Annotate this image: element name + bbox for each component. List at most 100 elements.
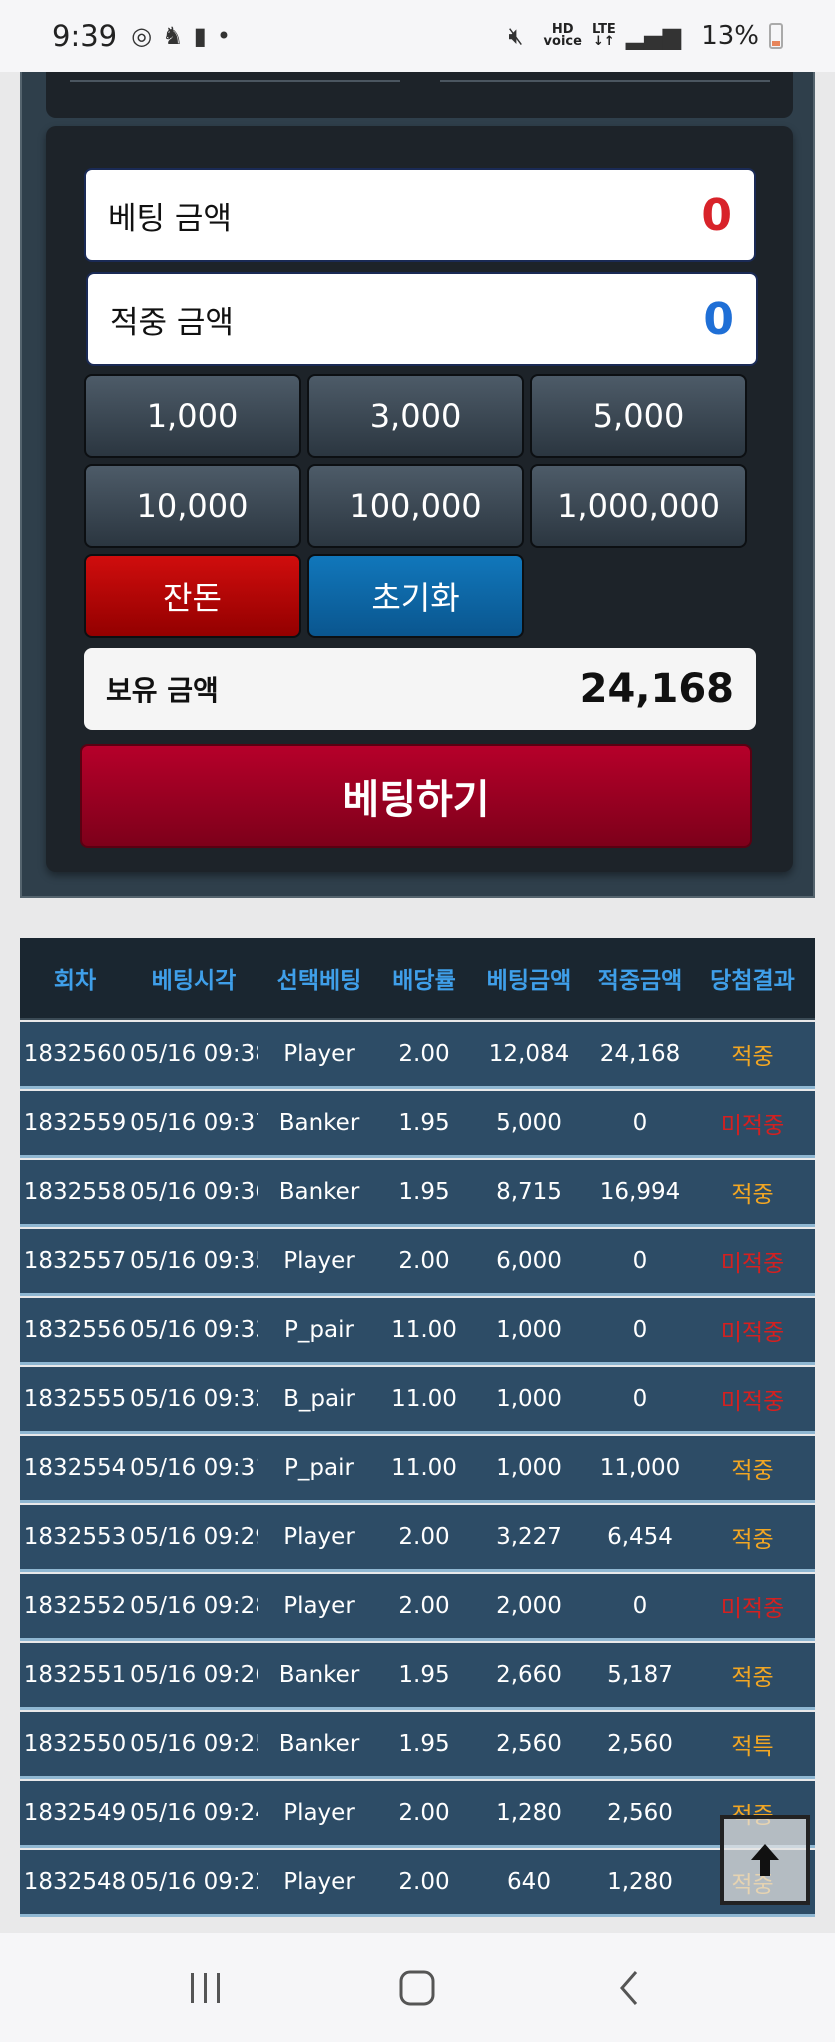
cell-bet-time: 05/16 09:26 [130, 1662, 258, 1688]
table-row: 1832560 05/16 09:38 Player 2.00 12,084 24,168… [20, 1022, 815, 1089]
column-header-odds: 배당률 [392, 968, 456, 994]
cell-round: 1832557 [23, 1248, 127, 1274]
signal-icon: ▂▄▆ [625, 22, 682, 50]
cell-bet-amount: 8,715 [496, 1179, 562, 1205]
cell-win-amount: 24,168 [599, 1041, 681, 1067]
column-header-win-amount: 적중금액 [597, 968, 683, 994]
cell-bet-amount: 1,000 [496, 1455, 562, 1481]
cell-odds: 2.00 [398, 1248, 450, 1274]
cell-result: 적중 [731, 1527, 774, 1553]
back-icon [620, 1970, 638, 2005]
divider [440, 80, 770, 82]
scroll-to-top-button[interactable] [720, 1815, 810, 1905]
cell-selection: Player [283, 1800, 355, 1826]
cell-odds: 11.00 [391, 1455, 457, 1481]
cell-round: 1832553 [23, 1524, 127, 1550]
cell-bet-amount: 2,660 [496, 1662, 562, 1688]
table-row: 1832555 05/16 09:32 B_pair 11.00 1,000 0 미적중 [20, 1367, 815, 1434]
recent-apps-button[interactable] [166, 1958, 246, 2018]
cell-bet-time: 05/16 09:35 [130, 1248, 258, 1274]
cell-win-amount: 0 [632, 1386, 648, 1412]
cell-selection: Player [283, 1041, 355, 1067]
cell-odds: 2.00 [398, 1869, 450, 1895]
column-header-result: 당첨결과 [710, 968, 795, 994]
cell-selection: Banker [278, 1110, 360, 1136]
status-bar: 9:39 ◎ ♞ ▮ • 🔇︎ HD voice LTE ↓↑ ▂▄▆ 13% [0, 0, 835, 72]
cell-result: 적중 [731, 1182, 774, 1208]
cell-bet-amount: 5,000 [496, 1110, 562, 1136]
cell-round: 1832555 [23, 1386, 127, 1412]
cell-odds: 11.00 [391, 1317, 457, 1343]
cell-win-amount: 2,560 [607, 1800, 673, 1826]
bet-panel: 베팅 금액 0 적중 금액 0 1,000 3,000 5,000 10,000… [20, 72, 815, 898]
column-header-round: 회차 [53, 968, 97, 994]
cell-bet-time: 05/16 09:29 [130, 1524, 258, 1550]
table-row: 1832558 05/16 09:36 Banker 1.95 8,715 16,994 적… [20, 1160, 815, 1227]
cell-round: 1832549 [23, 1800, 127, 1826]
cell-win-amount: 0 [632, 1317, 648, 1343]
cell-selection: P_pair [284, 1317, 354, 1343]
table-header-row: 회차 베팅시각 선택베팅 배당률 베팅금액 적중금액 당첨결과 [20, 938, 815, 1020]
win-amount-label: 적중 금액 [110, 304, 234, 341]
cell-result: 적중 [731, 1458, 774, 1484]
table-row: 183254805/16 09:22Player2.006401,280적중 [20, 1850, 815, 1917]
cell-bet-time: 05/16 09:24 [130, 1800, 258, 1826]
cell-round: 1832548 [23, 1869, 127, 1895]
cell-result: 미적중 [720, 1113, 785, 1139]
bet-amount-value: 0 [701, 189, 732, 241]
cell-bet-amount: 6,000 [496, 1248, 562, 1274]
cell-result: 미적중 [720, 1251, 785, 1277]
cell-result: 미적중 [720, 1389, 785, 1415]
hotspot-icon: ◎ [131, 22, 153, 50]
chip-100000-button[interactable]: 100,000 [307, 464, 524, 548]
cell-win-amount: 6,454 [607, 1524, 673, 1550]
cell-odds: 1.95 [398, 1662, 450, 1688]
table-row: 1832553 05/16 09:29 Player 2.00 3,227 6,454 적중 [20, 1505, 815, 1572]
cell-win-amount: 0 [632, 1248, 648, 1274]
cell-bet-amount: 12,084 [488, 1041, 570, 1067]
cell-bet-amount: 3,227 [496, 1524, 562, 1550]
reset-button[interactable]: 초기화 [307, 554, 524, 638]
cell-selection: Player [283, 1593, 355, 1619]
column-header-bet-time: 베팅시각 [151, 968, 237, 994]
battery-icon [769, 23, 783, 49]
chip-10000-button[interactable]: 10,000 [84, 464, 301, 548]
cell-odds: 2.00 [398, 1524, 450, 1550]
place-bet-button[interactable]: 베팅하기 [80, 744, 752, 848]
chip-5000-button[interactable]: 5,000 [530, 374, 747, 458]
chip-3000-button[interactable]: 3,000 [307, 374, 524, 458]
chip-1000000-button[interactable]: 1,000,000 [530, 464, 747, 548]
table-row: 1832559 05/16 09:37 Banker 1.95 5,000 0 미적중 [20, 1091, 815, 1158]
divider [70, 80, 400, 82]
cell-result: 적특 [731, 1734, 774, 1760]
cell-round: 1832551 [23, 1662, 127, 1688]
more-notifications-dot-icon: • [216, 22, 231, 50]
table-row: 1832556 05/16 09:33 P_pair 11.00 1,000 0 미적중 [20, 1298, 815, 1365]
win-amount-field: 적중 금액 0 [86, 272, 758, 366]
cell-bet-amount: 1,000 [496, 1386, 562, 1412]
bet-controls: 베팅 금액 0 적중 금액 0 1,000 3,000 5,000 10,000… [46, 126, 793, 872]
cell-selection: P_pair [284, 1455, 354, 1481]
change-button[interactable]: 잔돈 [84, 554, 301, 638]
cell-result: 미적중 [720, 1320, 785, 1346]
chip-1000-button[interactable]: 1,000 [84, 374, 301, 458]
cell-bet-amount: 640 [507, 1869, 551, 1895]
cell-bet-amount: 2,000 [496, 1593, 562, 1619]
table-row: 1832552 05/16 09:28 Player 2.00 2,000 0 미적중 [20, 1574, 815, 1641]
alert-icon: ▮ [193, 22, 207, 50]
win-amount-value: 0 [703, 293, 734, 345]
cell-odds: 1.95 [398, 1110, 450, 1136]
back-button[interactable] [589, 1958, 669, 2018]
column-header-bet-amount: 베팅금액 [486, 968, 572, 994]
cell-bet-time: 05/16 09:25 [130, 1731, 258, 1757]
balance-field: 보유 금액 24,168 [84, 648, 756, 730]
column-header-selection: 선택베팅 [276, 968, 362, 994]
cell-win-amount: 0 [632, 1110, 648, 1136]
balance-label: 보유 금액 [106, 674, 219, 707]
home-button[interactable] [377, 1958, 457, 2018]
cell-odds: 11.00 [391, 1386, 457, 1412]
cell-result: 적중 [731, 1665, 774, 1691]
cell-round: 1832558 [23, 1179, 127, 1205]
table-row: 1832551 05/16 09:26 Banker 1.95 2,660 5,187 적중 [20, 1643, 815, 1710]
cell-bet-time: 05/16 09:33 [130, 1317, 258, 1343]
